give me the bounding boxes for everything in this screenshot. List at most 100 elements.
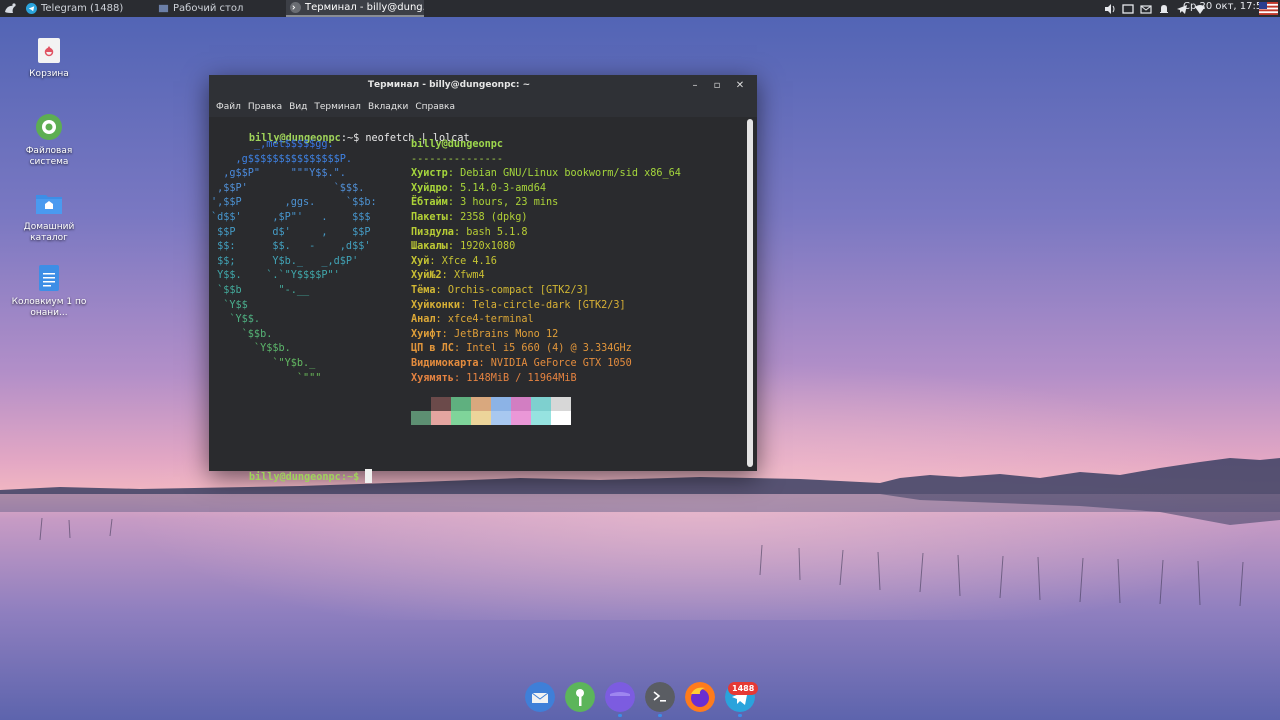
info-key: Пакеты <box>411 211 448 223</box>
terminal-window[interactable]: Терминал - billy@dungeonpc: ~ – ▫ ✕ Файл… <box>209 75 757 483</box>
desktop-icon-document[interactable]: Коловкиум 1 по онани... <box>9 263 89 319</box>
logo-line: $$; Y$b._ _,d$P' <box>211 255 359 267</box>
us-flag-keyboard-layout-icon[interactable] <box>1259 2 1278 15</box>
menubar: Файл Правка Вид Терминал Вкладки Справка <box>209 97 757 117</box>
info-value: 1920x1080 <box>460 241 516 253</box>
color-swatch <box>551 397 571 411</box>
menu-terminal[interactable]: Терминал <box>314 102 361 112</box>
running-indicator <box>738 714 742 717</box>
desktop-icon-trash[interactable]: Корзина <box>9 35 89 80</box>
info-colon: : <box>435 284 448 296</box>
scrollbar[interactable] <box>743 117 757 471</box>
logo-line: ,g$$$$$$$$$$$$$$$P. <box>211 153 353 165</box>
close-button[interactable]: ✕ <box>732 78 748 94</box>
logo-line: ,$$P' `$$$. <box>211 182 365 194</box>
clock[interactable]: Ср 20 окт, 17:57 <box>1183 1 1269 12</box>
info-colon: : <box>447 197 461 209</box>
task-label: Терминал - billy@dung... <box>305 2 424 13</box>
minimize-button[interactable]: – <box>687 78 703 94</box>
final-prompt-line: billy@dungeonpc:~$ <box>212 454 373 500</box>
telegram-unread-badge: 1488 <box>728 682 759 695</box>
info-colon: : <box>453 372 467 384</box>
info-header: billy@dungeonpc <box>411 139 504 150</box>
desktop-icon-home[interactable]: Домашний каталог <box>9 188 89 244</box>
filesystem-icon <box>36 114 62 140</box>
color-swatch <box>451 397 471 411</box>
color-swatch <box>531 397 551 411</box>
document-icon <box>39 265 59 291</box>
info-value: 5.14.0-3-amd64 <box>460 182 546 194</box>
task-desktop[interactable]: Рабочий стол <box>154 0 290 17</box>
menu-view[interactable]: Вид <box>289 102 307 112</box>
info-key: Шакалы <box>411 241 448 253</box>
menu-tabs[interactable]: Вкладки <box>368 102 408 112</box>
telegram-task-icon <box>26 3 37 14</box>
desktop-icon-label: Коловкиум 1 по онани... <box>11 297 87 318</box>
info-colon: : <box>447 182 461 194</box>
menu-file[interactable]: Файл <box>216 102 241 112</box>
purple-app-icon[interactable] <box>605 682 635 712</box>
color-swatch <box>431 411 451 425</box>
final-prompt: billy@dungeonpc:~$ <box>248 471 360 483</box>
task-telegram[interactable]: Telegram (1488) <box>22 0 158 17</box>
logo-line: ,g$$P" """Y$$.". <box>211 168 346 180</box>
task-terminal[interactable]: Терминал - billy@dung... <box>286 0 424 17</box>
color-swatch <box>551 411 571 425</box>
terminal-icon[interactable] <box>645 682 675 712</box>
info-line: Хуй№2: Xfwm4 <box>411 269 681 284</box>
logo-line: $$: $$. - ,d$$' <box>211 241 371 253</box>
running-indicator <box>658 714 662 717</box>
keepassxc-icon[interactable] <box>565 682 595 712</box>
home-folder-icon <box>36 195 62 214</box>
info-key: Анал <box>411 314 436 326</box>
desktop-icon-label: Корзина <box>29 69 69 79</box>
logo-line: `$$b. <box>211 328 273 340</box>
window-titlebar[interactable]: Терминал - billy@dungeonpc: ~ – ▫ ✕ <box>209 75 757 97</box>
logo-line: ',$$P ,ggs. `$$b: <box>211 197 377 209</box>
info-value: 3 hours, 23 mins <box>460 197 559 209</box>
color-swatch <box>511 411 531 425</box>
desktop-icon-filesystem[interactable]: Файловая система <box>9 112 89 168</box>
info-line: Пакеты: 2358 (dpkg) <box>411 211 681 226</box>
info-key: Пиздула <box>411 226 454 238</box>
logo-line: `Y$$ <box>211 299 248 311</box>
text-cursor <box>365 468 373 483</box>
info-line: ЦП в ЛС: Intel i5 660 (4) @ 3.334GHz <box>411 342 681 357</box>
whisker-menu-icon[interactable] <box>3 1 18 16</box>
color-swatch <box>411 397 431 411</box>
color-palette-top <box>411 397 571 411</box>
terminal-output[interactable]: billy@dungeonpc:~$ neofetch | lolcat _,m… <box>209 117 743 483</box>
desktop-icon-label: Файловая система <box>25 146 73 167</box>
info-line: Ёбтайм: 3 hours, 23 mins <box>411 196 681 211</box>
info-colon: : <box>447 241 461 253</box>
volume-icon[interactable] <box>1104 3 1116 15</box>
mail-client-icon[interactable] <box>525 682 555 712</box>
mail-icon[interactable] <box>1140 3 1152 15</box>
logo-line: _,met$$$$$gg. <box>211 139 334 150</box>
color-swatch <box>431 397 451 411</box>
tray-window-icon[interactable] <box>1122 3 1134 15</box>
info-key: ЦП в ЛС <box>411 343 454 355</box>
terminal-task-icon <box>290 2 301 13</box>
bell-icon[interactable] <box>1158 3 1170 15</box>
info-line: Хуямять: 1148MiB / 11964MiB <box>411 372 681 387</box>
info-value: Tela-circle-dark [GTK2/3] <box>472 299 626 311</box>
scrollbar-thumb[interactable] <box>747 119 753 467</box>
info-key: Хуй№2 <box>411 270 442 282</box>
color-swatch <box>451 411 471 425</box>
info-line: Шакалы: 1920x1080 <box>411 240 681 255</box>
info-key: Тёма <box>411 284 436 296</box>
info-line: Хуифт: JetBrains Mono 12 <box>411 328 681 343</box>
menu-help[interactable]: Справка <box>415 102 455 112</box>
maximize-button[interactable]: ▫ <box>709 78 725 94</box>
menu-edit[interactable]: Правка <box>248 102 282 112</box>
color-swatch <box>411 411 431 425</box>
desktop-task-icon <box>158 4 169 13</box>
info-colon: : <box>447 211 461 223</box>
info-line: Хуйконки: Tela-circle-dark [GTK2/3] <box>411 299 681 314</box>
color-swatch <box>491 411 511 425</box>
firefox-icon[interactable] <box>685 682 715 712</box>
info-value: xfce4-terminal <box>447 314 534 326</box>
color-palette-bottom <box>411 411 571 425</box>
task-label: Рабочий стол <box>173 3 244 14</box>
